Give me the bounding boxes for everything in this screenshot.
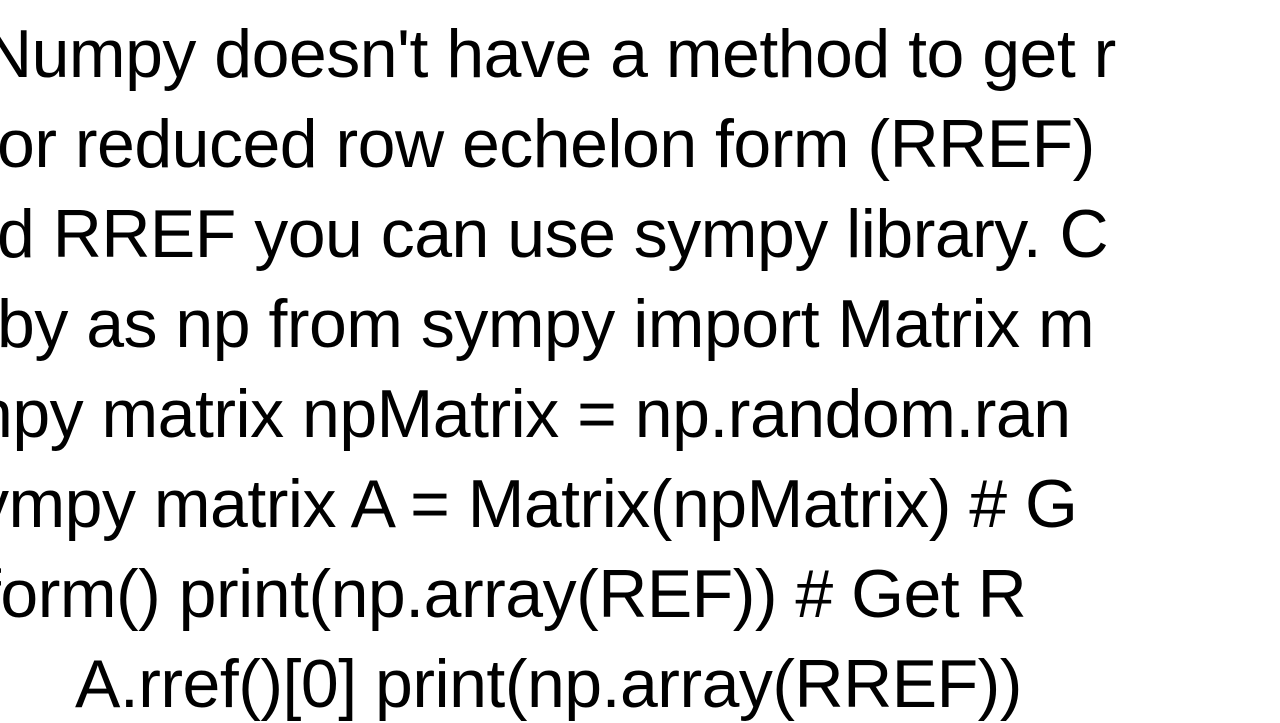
text-line-2: or reduced row echelon form (RREF) [0, 105, 1095, 183]
text-line-7: form() print(np.array(REF)) # Get R [0, 555, 1026, 633]
text-line-6: ympy matrix A = Matrix(npMatrix) # G [0, 465, 1077, 543]
text-line-5: npy matrix npMatrix = np.random.ran [0, 375, 1071, 453]
text-line-8: A.rref()[0] print(np.array(RREF)) [75, 645, 1022, 723]
text-line-3: d RREF you can use sympy library. C [0, 195, 1108, 273]
text-line-1: Numpy doesn't have a method to get r [0, 15, 1116, 93]
text-line-4: by as np from sympy import Matrix m [0, 285, 1094, 363]
